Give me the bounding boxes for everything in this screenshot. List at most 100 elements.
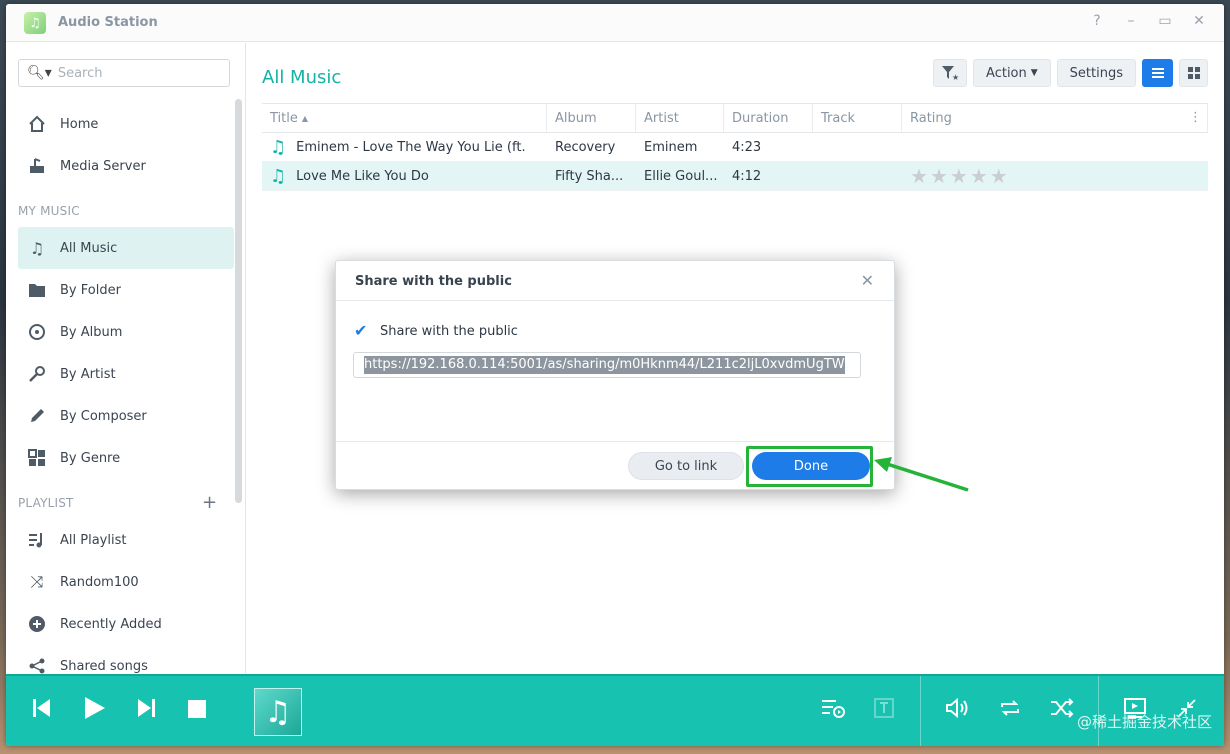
grid-view-icon — [1187, 67, 1200, 79]
folder-icon — [28, 281, 46, 299]
repeat-icon[interactable] — [998, 698, 1022, 723]
sidebar-item-recently-added[interactable]: Recently Added — [18, 603, 234, 645]
sidebar-item-all-music[interactable]: ♫ All Music — [18, 227, 234, 269]
share-url-field[interactable]: https://192.168.0.114:5001/as/sharing/m0… — [353, 352, 861, 378]
minimize-icon[interactable]: – — [1124, 13, 1138, 29]
column-header-rating[interactable]: Rating — [902, 104, 1208, 132]
row-artist: Ellie Goul... — [644, 168, 718, 184]
search-box[interactable]: 🔍︎▾ — [18, 59, 230, 87]
sidebar-item-by-artist[interactable]: By Artist — [18, 353, 234, 395]
music-note-icon: ♫ — [270, 136, 287, 158]
table-header: Title ▲ Album Artist Duration Track Rati… — [262, 103, 1208, 133]
sidebar-item-home[interactable]: Home — [18, 103, 234, 145]
table-row[interactable]: ♫ Love Me Like You Do Fifty Sha... Ellie… — [262, 162, 1208, 191]
stop-icon[interactable] — [188, 696, 206, 724]
previous-track-icon[interactable] — [32, 696, 52, 724]
list-view-icon — [1151, 68, 1164, 78]
playlist-icon — [28, 531, 46, 549]
playlist-section-label: PLAYLIST — [18, 496, 74, 510]
grid-view-button[interactable] — [1179, 59, 1208, 87]
player-divider — [920, 676, 921, 746]
album-art[interactable]: ♫ — [254, 688, 302, 736]
sidebar-item-by-album[interactable]: By Album — [18, 311, 234, 353]
sidebar-item-label: Media Server — [60, 158, 146, 174]
column-header-duration[interactable]: Duration — [724, 104, 813, 132]
sidebar-item-shared-songs[interactable]: Shared songs — [18, 645, 234, 674]
toolbar: ★ Action ▼ Settings — [933, 59, 1208, 87]
next-track-icon[interactable] — [136, 696, 156, 724]
row-artist: Eminem — [644, 139, 698, 155]
share-checkbox-row[interactable]: ✔ Share with the public — [354, 323, 518, 339]
sidebar-item-by-genre[interactable]: By Genre — [18, 437, 234, 479]
sidebar-item-label: By Composer — [60, 408, 147, 424]
grid-icon — [28, 449, 46, 467]
row-duration: 4:12 — [732, 168, 762, 184]
sidebar-item-media-server[interactable]: Media Server — [18, 145, 234, 187]
window-controls: ? – ▭ ✕ — [1090, 13, 1206, 29]
action-button[interactable]: Action ▼ — [973, 59, 1051, 87]
column-label: Title — [270, 110, 298, 126]
close-icon[interactable]: ✕ — [1192, 13, 1206, 29]
volume-icon[interactable] — [946, 697, 970, 723]
action-label: Action — [986, 65, 1027, 81]
dialog-title: Share with the public — [355, 274, 512, 289]
column-options-icon[interactable]: ⋮ — [1189, 110, 1202, 125]
sidebar-scrollbar[interactable] — [235, 99, 242, 503]
rating-stars[interactable]: ★★★★★ — [902, 164, 1208, 188]
app-title: Audio Station — [58, 15, 158, 30]
row-album: Recovery — [555, 139, 616, 155]
sidebar-item-random100[interactable]: ⤨ Random100 — [18, 561, 234, 603]
settings-button[interactable]: Settings — [1056, 59, 1136, 87]
row-title: Love Me Like You Do — [296, 168, 429, 184]
sidebar-item-all-playlist[interactable]: All Playlist — [18, 519, 234, 561]
music-note-icon: ♫ — [270, 165, 287, 187]
share-url-text: https://192.168.0.114:5001/as/sharing/m0… — [364, 356, 845, 374]
search-icon[interactable]: 🔍︎▾ — [27, 65, 52, 81]
checkbox-label: Share with the public — [380, 323, 518, 339]
go-to-link-button[interactable]: Go to link — [628, 452, 744, 480]
row-title: Eminem - Love The Way You Lie (ft. — [296, 139, 526, 155]
sidebar-item-label: All Playlist — [60, 532, 127, 548]
row-album: Fifty Sha... — [555, 168, 624, 184]
play-queue-icon[interactable] — [821, 698, 845, 723]
column-header-track[interactable]: Track — [813, 104, 902, 132]
home-icon — [28, 115, 46, 133]
column-header-artist[interactable]: Artist — [636, 104, 724, 132]
sort-asc-icon: ▲ — [301, 113, 309, 123]
star-icon[interactable]: ★ — [990, 164, 1010, 188]
sidebar-item-label: By Genre — [60, 450, 121, 466]
maximize-icon[interactable]: ▭ — [1158, 13, 1172, 29]
sidebar: 🔍︎▾ Home Media Server MY MUSIC ♫ All Mus… — [6, 43, 246, 674]
star-icon[interactable]: ★ — [970, 164, 990, 188]
filter-icon: ★ — [942, 66, 959, 81]
share-icon — [28, 657, 46, 674]
dialog-header: Share with the public ✕ — [336, 261, 894, 301]
shuffle-icon[interactable] — [1050, 698, 1074, 723]
filter-button[interactable]: ★ — [933, 59, 968, 87]
media-server-icon — [28, 157, 46, 175]
lyrics-icon[interactable] — [874, 698, 894, 723]
star-icon[interactable]: ★ — [950, 164, 970, 188]
checkbox-checked-icon[interactable]: ✔ — [354, 323, 370, 339]
music-note-icon: ♫ — [29, 238, 45, 258]
music-table: Title ▲ Album Artist Duration Track Rati… — [262, 103, 1208, 191]
sidebar-item-label: By Artist — [60, 366, 116, 382]
audio-station-logo-icon: ♫ — [24, 12, 46, 34]
my-music-section-label: MY MUSIC — [18, 204, 80, 218]
column-header-title[interactable]: Title ▲ — [262, 104, 547, 132]
close-icon[interactable]: ✕ — [861, 271, 874, 290]
player-bar: ♫ @稀土掘金技术社区 — [6, 674, 1224, 746]
list-view-button[interactable] — [1142, 59, 1173, 87]
sidebar-item-label: All Music — [60, 240, 118, 256]
star-icon[interactable]: ★ — [910, 164, 930, 188]
column-header-album[interactable]: Album — [547, 104, 636, 132]
sidebar-item-by-folder[interactable]: By Folder — [18, 269, 234, 311]
search-input[interactable] — [57, 65, 208, 81]
sidebar-item-label: Recently Added — [60, 616, 162, 632]
play-icon[interactable] — [84, 696, 106, 726]
table-row[interactable]: ♫ Eminem - Love The Way You Lie (ft. Rec… — [262, 133, 1208, 162]
sidebar-item-by-composer[interactable]: By Composer — [18, 395, 234, 437]
add-playlist-icon[interactable]: + — [202, 492, 217, 513]
star-icon[interactable]: ★ — [930, 164, 950, 188]
help-icon[interactable]: ? — [1090, 13, 1104, 29]
